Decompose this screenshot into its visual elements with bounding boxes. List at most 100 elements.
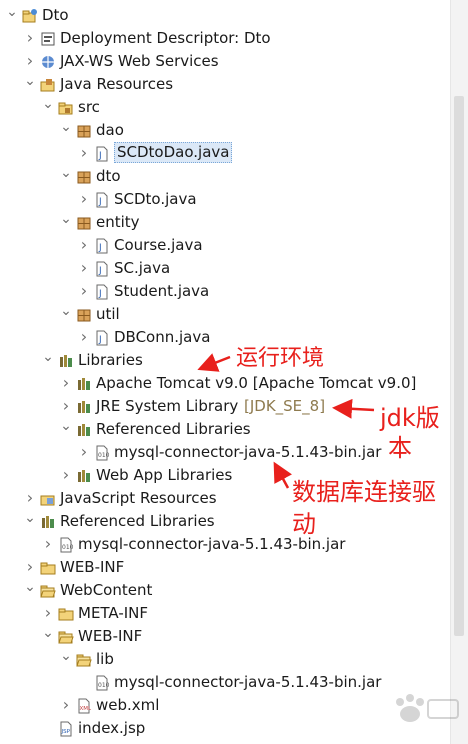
folder-icon	[58, 606, 74, 622]
project-icon	[22, 8, 38, 24]
tree-row[interactable]: ⌄ lib	[0, 648, 450, 671]
tree-row[interactable]: › J Student.java	[0, 280, 450, 303]
chevron-right-icon[interactable]: ›	[78, 142, 90, 165]
tree-row[interactable]: › 010 mysql-connector-java-5.1.43-bin.jar	[0, 533, 450, 556]
tree-row-label: Referenced Libraries	[96, 420, 251, 438]
tree-row[interactable]: ⌄ src	[0, 96, 450, 119]
chevron-right-icon[interactable]: ›	[24, 487, 36, 510]
chevron-down-icon[interactable]: ⌄	[42, 349, 54, 372]
tree-row-label: SCDtoDao.java	[114, 142, 233, 163]
chevron-right-icon[interactable]: ›	[60, 372, 72, 395]
tree-row-label: dao	[96, 121, 124, 139]
tree-row[interactable]: ⌄ util	[0, 303, 450, 326]
tree-row-label: DBConn.java	[114, 328, 211, 346]
tree-row[interactable]: › J SC.java	[0, 257, 450, 280]
tree-row[interactable]: › J Course.java	[0, 234, 450, 257]
tree-row[interactable]: ⌄ WebContent	[0, 579, 450, 602]
chevron-down-icon[interactable]: ⌄	[60, 418, 72, 441]
tree-row[interactable]: › JAX-WS Web Services	[0, 50, 450, 73]
chevron-down-icon[interactable]: ⌄	[60, 648, 72, 671]
jar-icon: 010	[94, 445, 110, 461]
tree-row-label: web.xml	[96, 696, 160, 714]
java-file-icon: J	[94, 192, 110, 208]
tree-row[interactable]: ⌄ WEB-INF	[0, 625, 450, 648]
chevron-right-icon[interactable]: ›	[78, 257, 90, 280]
java-file-icon: J	[94, 146, 110, 162]
chevron-right-icon[interactable]: ›	[78, 441, 90, 464]
chevron-right-icon[interactable]: ›	[78, 188, 90, 211]
chevron-right-icon[interactable]: ›	[78, 280, 90, 303]
svg-text:J: J	[98, 243, 102, 253]
chevron-down-icon[interactable]: ⌄	[42, 625, 54, 648]
chevron-right-icon[interactable]: ›	[78, 326, 90, 349]
chevron-right-icon[interactable]: ›	[60, 464, 72, 487]
chevron-right-icon[interactable]: ›	[42, 533, 54, 556]
tree-row[interactable]: › XML web.xml	[0, 694, 450, 717]
tree-row[interactable]: JSP index.jsp	[0, 717, 450, 740]
tree-row[interactable]: ⌄ dao	[0, 119, 450, 142]
tree-row[interactable]: › J DBConn.java	[0, 326, 450, 349]
chevron-down-icon[interactable]: ⌄	[24, 510, 36, 533]
tree-row-label: util	[96, 305, 120, 323]
tree-row-label: Course.java	[114, 236, 203, 254]
chevron-right-icon[interactable]: ›	[60, 395, 72, 418]
tree-row[interactable]: ⌄ Referenced Libraries	[0, 510, 450, 533]
chevron-right-icon[interactable]: ›	[24, 27, 36, 50]
tree-row[interactable]: › Apache Tomcat v9.0 [Apache Tomcat v9.0]	[0, 372, 450, 395]
tree-row[interactable]: ⌄ Java Resources	[0, 73, 450, 96]
tree-row-label: lib	[96, 650, 114, 668]
tree-row-label: entity	[96, 213, 140, 231]
tree-row-label: index.jsp	[78, 719, 146, 737]
chevron-down-icon[interactable]: ⌄	[60, 211, 72, 234]
tree-row[interactable]: ⌄ Libraries	[0, 349, 450, 372]
chevron-down-icon[interactable]: ⌄	[60, 303, 72, 326]
vertical-scrollbar-thumb[interactable]	[454, 96, 464, 636]
tree-row-label: WEB-INF	[60, 558, 125, 576]
tree-row[interactable]: ⌄ dto	[0, 165, 450, 188]
tree-row[interactable]: › META-INF	[0, 602, 450, 625]
tree-row-label: Student.java	[114, 282, 210, 300]
jar-icon: 010	[94, 675, 110, 691]
chevron-right-icon[interactable]: ›	[24, 556, 36, 579]
tree-row-decoration: [JDK_SE_8]	[244, 397, 326, 415]
package-icon	[76, 123, 92, 139]
chevron-down-icon[interactable]: ⌄	[6, 4, 18, 27]
js-resources-icon	[40, 491, 56, 507]
tree-row-label: JavaScript Resources	[60, 489, 217, 507]
tree-row[interactable]: › J SCDto.java	[0, 188, 450, 211]
tree-row-label: Web App Libraries	[96, 466, 233, 484]
tree-row-label: dto	[96, 167, 121, 185]
chevron-down-icon[interactable]: ⌄	[24, 73, 36, 96]
chevron-down-icon[interactable]: ⌄	[42, 96, 54, 119]
folder-open-icon	[76, 652, 92, 668]
java-file-icon: J	[94, 261, 110, 277]
java-file-icon: J	[94, 238, 110, 254]
tree-row[interactable]: 010 mysql-connector-java-5.1.43-bin.jar	[0, 671, 450, 694]
tree-row[interactable]: › 010 mysql-connector-java-5.1.43-bin.jar	[0, 441, 450, 464]
tree-row[interactable]: › Deployment Descriptor: Dto	[0, 27, 450, 50]
chevron-down-icon[interactable]: ⌄	[60, 165, 72, 188]
java-file-icon: J	[94, 284, 110, 300]
chevron-down-icon[interactable]: ⌄	[60, 119, 72, 142]
tree-row-label: Apache Tomcat v9.0 [Apache Tomcat v9.0]	[96, 374, 417, 392]
library-icon	[76, 399, 92, 415]
svg-text:JSP: JSP	[61, 729, 71, 735]
tree-row[interactable]: › WEB-INF	[0, 556, 450, 579]
tree-row[interactable]: ⌄ entity	[0, 211, 450, 234]
library-icon	[76, 422, 92, 438]
descriptor-icon	[40, 31, 56, 47]
tree-row[interactable]: › J SCDtoDao.java	[0, 142, 450, 165]
folder-open-icon	[40, 583, 56, 599]
chevron-down-icon[interactable]: ⌄	[24, 579, 36, 602]
tree-row-label: WEB-INF	[78, 627, 143, 645]
tree-row-label: SCDto.java	[114, 190, 197, 208]
tree-row-label: src	[78, 98, 100, 116]
package-icon	[76, 307, 92, 323]
tree-row[interactable]: ⌄ Dto	[0, 4, 450, 27]
webservice-icon	[40, 54, 56, 70]
chevron-right-icon[interactable]: ›	[24, 50, 36, 73]
folder-icon	[40, 560, 56, 576]
chevron-right-icon[interactable]: ›	[78, 234, 90, 257]
chevron-right-icon[interactable]: ›	[42, 602, 54, 625]
chevron-right-icon[interactable]: ›	[60, 694, 72, 717]
